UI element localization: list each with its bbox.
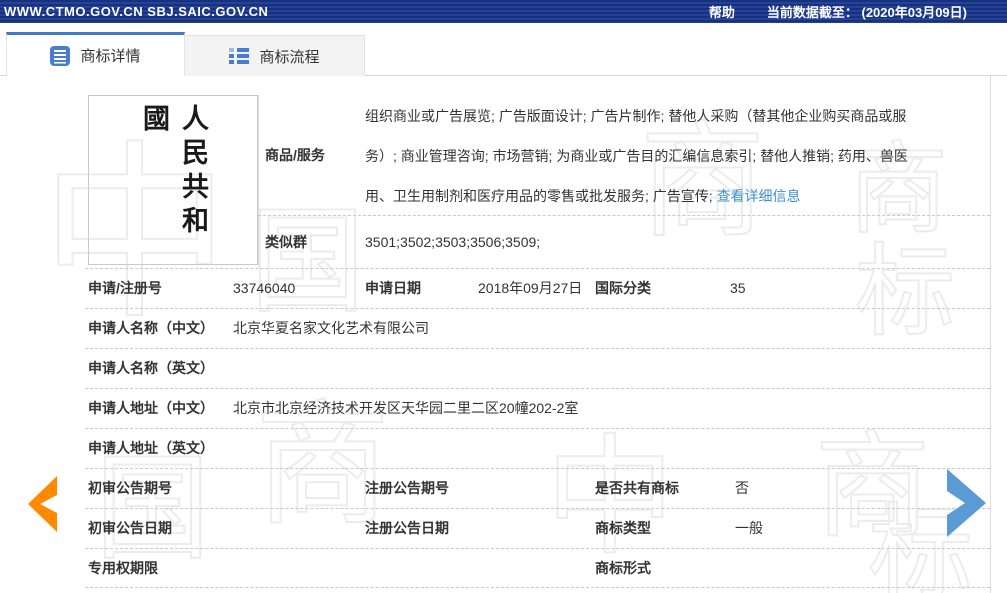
field-label-reg-gazette-date: 注册公告日期 xyxy=(365,520,449,536)
field-value-international-class: 35 xyxy=(730,280,746,296)
field-label-reg-gazette-no: 注册公告期号 xyxy=(365,480,449,496)
row-separator xyxy=(85,308,990,309)
site-domains: WWW.CTMO.GOV.CN SBJ.SAIC.GOV.CN xyxy=(4,4,269,19)
panel-right-border xyxy=(990,75,991,593)
previous-record-arrow[interactable] xyxy=(27,476,58,532)
field-value-trademark-type: 一般 xyxy=(735,520,763,536)
row-separator xyxy=(85,468,990,469)
field-label-goods-services: 商品/服务 xyxy=(265,147,325,163)
tab-trademark-detail[interactable]: 商标详情 xyxy=(6,32,185,76)
field-label-application-date: 申请日期 xyxy=(365,280,421,296)
process-list-icon xyxy=(229,46,250,66)
field-label-trademark-form: 商标形式 xyxy=(595,560,651,576)
help-link[interactable]: 帮助 xyxy=(709,2,735,21)
next-record-arrow[interactable] xyxy=(947,469,987,537)
field-value-application-date: 2018年09月27日 xyxy=(478,280,583,296)
field-value-applicant-name-cn: 北京华夏名家文化艺术有限公司 xyxy=(233,320,429,336)
field-label-international-class: 国际分类 xyxy=(595,280,651,296)
field-label-similar-group: 类似群 xyxy=(265,233,307,250)
row-separator xyxy=(85,548,990,549)
field-value-is-shared-trademark: 否 xyxy=(735,480,749,496)
tab-label: 商标详情 xyxy=(80,48,141,65)
field-label-trademark-type: 商标类型 xyxy=(595,520,651,536)
trademark-image: 人民共和國 xyxy=(88,95,258,265)
field-label-applicant-name-en: 申请人名称（英文） xyxy=(88,360,214,376)
field-label-application-number: 申请/注册号 xyxy=(88,280,162,296)
field-label-exclusive-right-period: 专用权期限 xyxy=(88,560,158,576)
row-separator xyxy=(85,348,990,349)
trademark-image-text: 人民共和國 xyxy=(138,104,208,240)
field-value-goods-services: 组织商业或广告展览; 广告版面设计; 广告片制作; 替他人采购（替其他企业购买商… xyxy=(365,96,911,216)
goods-services-text: 组织商业或广告展览; 广告版面设计; 广告片制作; 替他人采购（替其他企业购买商… xyxy=(365,108,908,204)
field-label-prelim-gazette-date: 初审公告日期 xyxy=(88,520,172,536)
row-separator xyxy=(85,508,990,509)
view-details-link[interactable]: 查看详细信息 xyxy=(717,188,801,204)
field-label-is-shared-trademark: 是否共有商标 xyxy=(595,480,679,496)
field-label-applicant-name-cn: 申请人名称（中文） xyxy=(88,320,214,336)
tab-label: 商标流程 xyxy=(259,48,320,66)
field-label-prelim-gazette-no: 初审公告期号 xyxy=(88,480,172,496)
row-separator xyxy=(85,428,990,429)
field-label-applicant-addr-en: 申请人地址（英文） xyxy=(88,440,214,456)
row-separator xyxy=(85,587,990,588)
field-value-application-number: 33746040 xyxy=(233,280,296,296)
trademark-detail-page: WWW.CTMO.GOV.CN SBJ.SAIC.GOV.CN 帮助 当前数据截… xyxy=(0,0,1007,593)
watermark-glyph: 标 xyxy=(854,233,956,350)
data-cutoff-date: 当前数据截至： (2020年03月09日) xyxy=(766,5,967,20)
field-label-applicant-addr-cn: 申请人地址（中文） xyxy=(88,400,214,416)
watermark-glyph: 商 xyxy=(814,420,931,554)
field-value-applicant-addr-cn: 北京市北京经济技术开发区天华园二里二区20幢202-2室 xyxy=(233,400,579,416)
field-value-similar-group: 3501;3502;3503;3506;3509; xyxy=(365,233,541,250)
topbar: WWW.CTMO.GOV.CN SBJ.SAIC.GOV.CN 帮助 当前数据截… xyxy=(0,0,1007,23)
tab-trademark-process[interactable]: 商标流程 xyxy=(185,35,365,76)
document-list-icon xyxy=(50,45,71,66)
image-cell-divider xyxy=(258,95,259,268)
